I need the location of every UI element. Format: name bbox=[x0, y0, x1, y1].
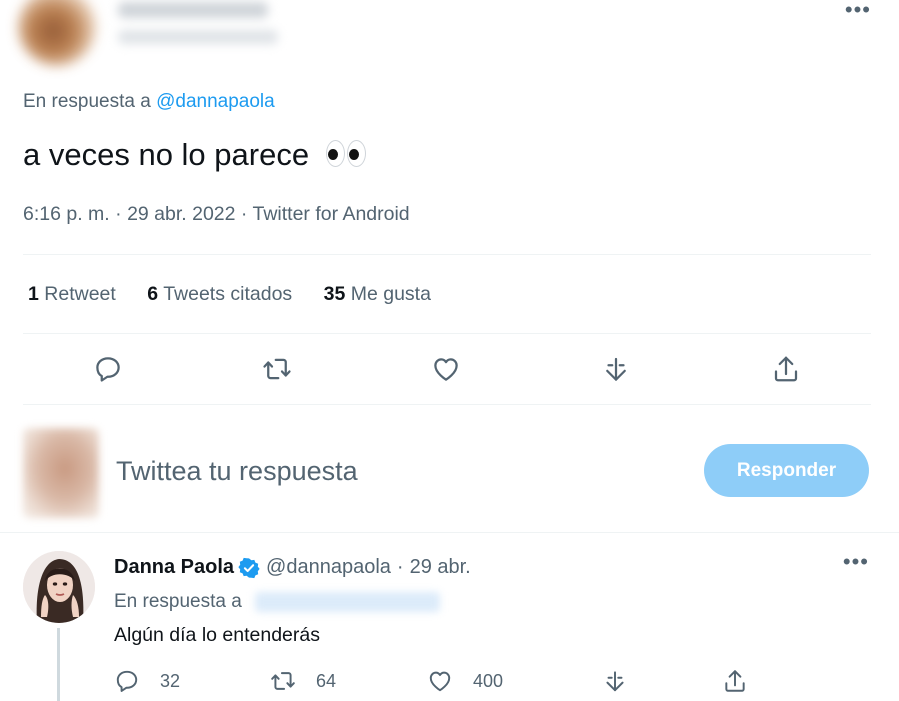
reply-tweet-text: Algún día lo entenderás bbox=[114, 624, 320, 646]
reply-submit-button[interactable]: Responder bbox=[704, 444, 869, 497]
author-handle-blurred[interactable] bbox=[118, 30, 278, 44]
tweet-text: a veces no lo parece bbox=[23, 137, 368, 175]
retweet-count: 64 bbox=[316, 670, 337, 691]
reply-author-name[interactable]: Danna Paola bbox=[114, 556, 234, 579]
quotes-count: 6 bbox=[147, 283, 159, 305]
bookmark-icon bbox=[606, 357, 626, 381]
reply-target-blurred[interactable] bbox=[255, 591, 441, 612]
quotes-label: Tweets citados bbox=[163, 283, 293, 305]
reply-more-options-icon[interactable]: ••• bbox=[843, 551, 869, 573]
retweet-icon bbox=[271, 672, 295, 690]
share-icon bbox=[725, 670, 745, 692]
thread-line bbox=[57, 628, 60, 701]
retweets-stat[interactable]: 1 Retweet bbox=[28, 283, 121, 305]
share-button[interactable] bbox=[766, 349, 806, 389]
divider bbox=[23, 404, 871, 405]
reply-tweet-prefix: En respuesta a bbox=[114, 591, 242, 612]
more-options-icon[interactable]: ••• bbox=[845, 0, 871, 21]
author-avatar[interactable] bbox=[18, 0, 96, 66]
reply-author-avatar[interactable] bbox=[23, 551, 95, 623]
likes-label: Me gusta bbox=[350, 283, 431, 305]
verified-badge-icon bbox=[238, 557, 260, 578]
tweet-meta: 6:16 p. m. · 29 abr. 2022 · Twitter for … bbox=[23, 203, 410, 226]
retweet-icon bbox=[263, 358, 291, 380]
reply-handle-link[interactable]: @dannapaola bbox=[156, 91, 275, 112]
retweets-count: 1 bbox=[28, 283, 39, 305]
bookmark-icon bbox=[606, 671, 624, 692]
reply-icon bbox=[96, 357, 120, 382]
reply-button[interactable] bbox=[88, 349, 128, 389]
reply-tweet-bookmark-button[interactable] bbox=[602, 668, 648, 694]
likes-count: 35 bbox=[323, 283, 346, 305]
tweet-source[interactable]: Twitter for Android bbox=[253, 203, 410, 225]
like-icon bbox=[429, 671, 451, 692]
reply-input[interactable]: Twittea tu respuesta bbox=[116, 456, 358, 487]
reply-icon bbox=[116, 670, 138, 692]
section-divider bbox=[0, 532, 899, 533]
reply-prefix: En respuesta a bbox=[23, 91, 151, 112]
divider bbox=[23, 254, 871, 255]
bookmark-button[interactable] bbox=[596, 349, 636, 389]
reply-count: 32 bbox=[160, 670, 181, 691]
header-sep: · bbox=[396, 556, 404, 578]
tweet-stats: 1 Retweet 6 Tweets citados 35 Me gusta bbox=[28, 283, 457, 306]
tweet-time[interactable]: 6:16 p. m. bbox=[23, 203, 110, 225]
eyes-emoji-icon bbox=[325, 139, 368, 175]
reply-tweet-share-button[interactable] bbox=[722, 668, 768, 694]
reply-tweet-date[interactable]: 29 abr. bbox=[410, 556, 471, 579]
divider bbox=[23, 333, 871, 334]
like-icon bbox=[434, 358, 458, 381]
meta-sep: · bbox=[115, 203, 122, 225]
tweet-date[interactable]: 29 abr. 2022 bbox=[127, 203, 235, 225]
share-icon bbox=[774, 356, 798, 382]
quotes-stat[interactable]: 6 Tweets citados bbox=[147, 283, 297, 305]
tweet-text-content: a veces no lo parece bbox=[23, 137, 310, 172]
meta-sep: · bbox=[240, 203, 248, 225]
user-avatar[interactable] bbox=[23, 428, 99, 518]
reply-tweet-context: En respuesta a bbox=[114, 591, 441, 613]
reply-tweet-header: Danna Paola @dannapaola · 29 abr. bbox=[114, 556, 471, 579]
avatar-portrait-icon bbox=[23, 551, 95, 623]
retweets-label: Retweet bbox=[44, 283, 116, 305]
like-button[interactable] bbox=[426, 349, 466, 389]
author-name-blurred[interactable] bbox=[118, 2, 268, 18]
likes-stat[interactable]: 35 Me gusta bbox=[324, 283, 431, 305]
reply-author-handle[interactable]: @dannapaola bbox=[266, 556, 391, 579]
reply-context: En respuesta a @dannapaola bbox=[23, 91, 275, 113]
reply-tweet-reply-button[interactable]: 32 bbox=[114, 668, 180, 694]
retweet-button[interactable] bbox=[257, 349, 297, 389]
reply-tweet-like-button[interactable]: 400 bbox=[427, 668, 503, 694]
like-count: 400 bbox=[473, 670, 504, 691]
reply-tweet-retweet-button[interactable]: 64 bbox=[270, 668, 336, 694]
